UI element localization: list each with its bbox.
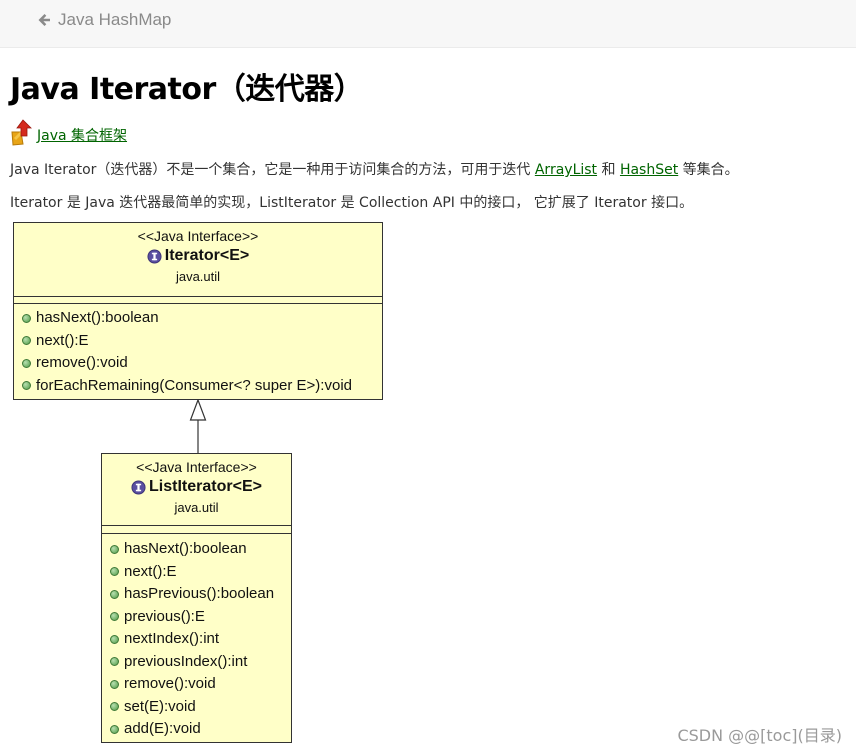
method-row: set(E):void	[110, 696, 289, 719]
up-arrow-icon	[11, 119, 32, 146]
method-row: nextIndex():int	[110, 628, 289, 651]
top-nav: Java HashMap	[0, 0, 856, 48]
arrow-left-icon	[38, 14, 50, 26]
intro-text-3: 等集合。	[678, 162, 739, 178]
iterator-name-label: Iterator<E>	[164, 247, 250, 264]
listiterator-stereotype: <<Java Interface>>	[136, 459, 257, 475]
listiterator-uml-box: <<Java Interface>> ListIterator<E> java.…	[101, 453, 292, 743]
method-dot-icon	[22, 336, 31, 346]
method-row: hasPrevious():boolean	[110, 583, 289, 606]
page: Java HashMap Java Iterator（迭代器） Java 集合框…	[0, 0, 856, 754]
listiterator-methods: hasNext():boolean next():E hasPrevious()…	[110, 538, 289, 741]
iterator-methods: hasNext():boolean next():E remove():void…	[22, 307, 380, 397]
iterator-stereotype: <<Java Interface>>	[137, 228, 259, 244]
arraylist-link[interactable]: ArrayList	[535, 162, 597, 178]
intro-text-1: Java Iterator（迭代器）不是一个集合，它是一种用于访问集合的方法，可…	[10, 162, 535, 178]
method-dot-icon	[110, 589, 119, 599]
method-label: next():E	[36, 331, 89, 349]
inheritance-arrow	[189, 399, 207, 454]
method-label: remove():void	[124, 675, 216, 692]
method-dot-icon	[22, 381, 31, 391]
collection-framework-link[interactable]: Java 集合框架	[37, 127, 127, 145]
method-label: remove():void	[36, 354, 128, 371]
watermark: CSDN @@[toc](目录)	[677, 726, 842, 745]
divider	[14, 303, 382, 304]
method-dot-icon	[110, 679, 119, 689]
method-label: forEachRemaining(Consumer<? super E>):vo…	[36, 376, 352, 394]
method-label: add(E):void	[124, 720, 201, 737]
method-row: previousIndex():int	[110, 651, 289, 674]
iterator-header: <<Java Interface>> Iterator<E> java.util	[14, 223, 382, 287]
description-paragraph: Iterator 是 Java 迭代器最简单的实现，ListIterator 是…	[10, 195, 694, 211]
breadcrumb: Java 集合框架	[10, 116, 127, 146]
listiterator-header: <<Java Interface>> ListIterator<E> java.…	[102, 454, 291, 518]
divider	[102, 533, 291, 534]
method-row: previous():E	[110, 606, 289, 629]
method-row: hasNext():boolean	[110, 538, 289, 561]
method-dot-icon	[110, 544, 119, 554]
method-dot-icon	[110, 724, 119, 734]
method-dot-icon	[110, 567, 119, 577]
method-dot-icon	[110, 657, 119, 667]
divider	[102, 525, 291, 526]
interface-icon	[131, 479, 146, 495]
method-label: hasNext():boolean	[36, 309, 159, 326]
method-row: next():E	[110, 561, 289, 584]
method-label: previousIndex():int	[124, 652, 248, 670]
method-row: add(E):void	[110, 718, 289, 741]
method-label: previous():E	[124, 607, 205, 625]
page-title: Java Iterator（迭代器）	[10, 72, 364, 107]
method-dot-icon	[22, 313, 31, 323]
method-dot-icon	[110, 634, 119, 644]
iterator-package: java.util	[175, 269, 221, 284]
back-link-label[interactable]: Java HashMap	[58, 10, 171, 30]
method-row: hasNext():boolean	[22, 307, 380, 330]
method-label: hasPrevious():boolean	[124, 585, 275, 602]
intro-text-2: 和	[597, 162, 620, 178]
listiterator-name-label: ListIterator<E>	[149, 478, 262, 495]
method-dot-icon	[22, 358, 31, 368]
divider	[14, 296, 382, 297]
method-row: remove():void	[22, 352, 380, 375]
method-label: next():E	[124, 562, 177, 580]
method-row: forEachRemaining(Consumer<? super E>):vo…	[22, 375, 380, 398]
intro-paragraph: Java Iterator（迭代器）不是一个集合，它是一种用于访问集合的方法，可…	[10, 160, 739, 180]
listiterator-package: java.util	[174, 500, 219, 515]
method-label: hasNext():boolean	[124, 540, 247, 557]
back-link[interactable]: Java HashMap	[36, 10, 171, 30]
method-dot-icon	[110, 612, 119, 622]
method-row: remove():void	[110, 673, 289, 696]
method-dot-icon	[110, 702, 119, 712]
method-label: set(E):void	[124, 697, 196, 715]
method-row: next():E	[22, 330, 380, 353]
hashset-link[interactable]: HashSet	[620, 162, 678, 178]
iterator-uml-box: <<Java Interface>> Iterator<E> java.util…	[13, 222, 383, 400]
iterator-name: Iterator<E>	[14, 245, 382, 267]
interface-icon	[147, 248, 162, 264]
method-label: nextIndex():int	[124, 630, 220, 647]
listiterator-name: ListIterator<E>	[102, 476, 291, 498]
